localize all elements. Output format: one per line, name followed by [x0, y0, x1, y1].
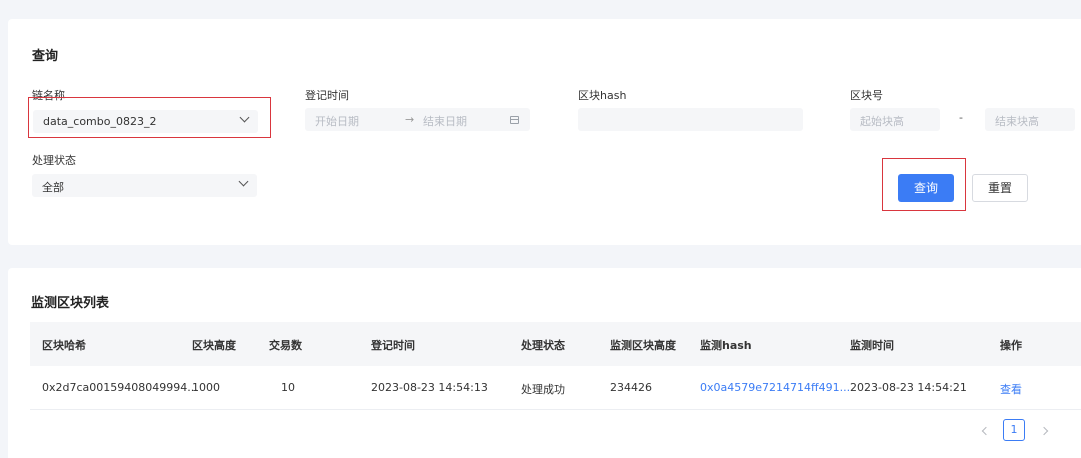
cell-block-height: 1000: [192, 381, 220, 394]
cell-monitor-height: 234426: [610, 381, 652, 394]
start-block-input[interactable]: 起始块高: [850, 108, 940, 131]
col-monitor-hash: 监测hash: [700, 339, 752, 352]
block-hash-input[interactable]: [578, 108, 803, 131]
cell-status: 处理成功: [521, 383, 565, 396]
monitor-hash-link[interactable]: 0x0a4579e7214714ff491...: [700, 381, 850, 394]
block-number-label: 区块号: [850, 89, 883, 102]
block-hash-label: 区块hash: [578, 89, 627, 102]
query-panel: 查询 链名称 data_combo_0823_2 登记时间 开始日期 → 结束日…: [8, 19, 1081, 245]
col-block-hash: 区块哈希: [42, 339, 86, 352]
col-tx-count: 交易数: [269, 339, 302, 352]
query-title: 查询: [32, 49, 59, 64]
col-register-time: 登记时间: [371, 339, 415, 352]
end-block-input[interactable]: 结束块高: [985, 108, 1075, 131]
col-action: 操作: [1000, 339, 1022, 352]
block-list-panel: 监测区块列表 区块哈希 区块高度 交易数 登记时间 处理状态 监测区块高度 监测…: [8, 268, 1081, 458]
status-label: 处理状态: [32, 154, 76, 167]
prev-page-icon[interactable]: [981, 426, 991, 436]
next-page-icon[interactable]: [1039, 426, 1049, 436]
status-value: 全部: [42, 181, 64, 194]
table-row: 0x2d7ca00159408049994... 1000 10 2023-08…: [30, 366, 1081, 410]
calendar-icon: [510, 116, 519, 124]
list-title: 监测区块列表: [31, 296, 110, 311]
chevron-down-icon: [238, 176, 249, 187]
start-date-input[interactable]: 开始日期: [315, 113, 359, 129]
block-range-separator: -: [959, 111, 963, 124]
table-header: 区块哈希 区块高度 交易数 登记时间 处理状态 监测区块高度 监测hash 监测…: [30, 322, 1081, 366]
end-date-input[interactable]: 结束日期: [423, 113, 467, 129]
register-time-range[interactable]: 开始日期 → 结束日期: [305, 108, 530, 131]
reset-button[interactable]: 重置: [972, 174, 1028, 202]
cell-tx-count: 10: [281, 381, 295, 394]
col-status: 处理状态: [521, 339, 565, 352]
status-select[interactable]: 全部: [32, 174, 257, 197]
register-time-label: 登记时间: [305, 89, 349, 102]
cell-monitor-time: 2023-08-23 14:54:21: [850, 381, 967, 394]
col-monitor-height: 监测区块高度: [610, 339, 676, 352]
view-link[interactable]: 查看: [1000, 381, 1022, 397]
col-block-height: 区块高度: [192, 339, 236, 352]
chain-name-highlight: [28, 97, 271, 138]
cell-register-time: 2023-08-23 14:54:13: [371, 381, 488, 394]
date-separator-icon: →: [405, 113, 415, 126]
page-1-button[interactable]: 1: [1003, 419, 1025, 441]
search-button[interactable]: 查询: [898, 174, 954, 202]
cell-block-hash: 0x2d7ca00159408049994...: [42, 381, 198, 394]
col-monitor-time: 监测时间: [850, 339, 894, 352]
